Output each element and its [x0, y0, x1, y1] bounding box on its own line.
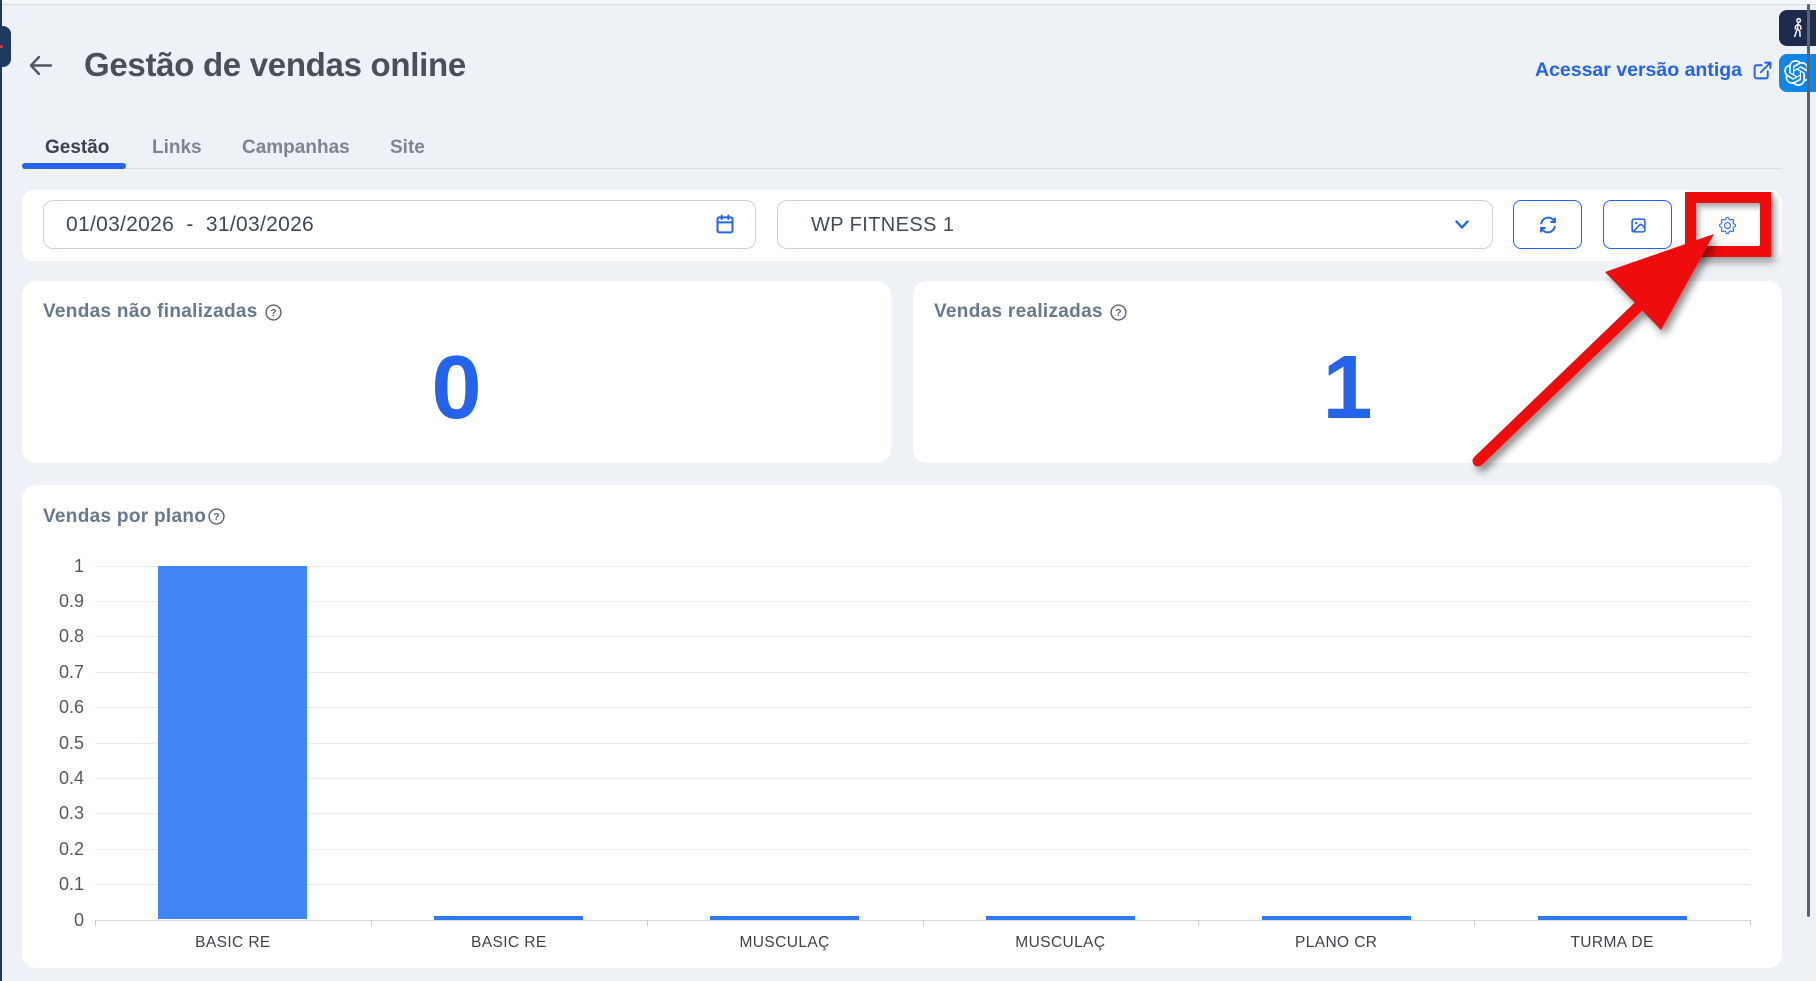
svg-text:?: ? [270, 308, 276, 319]
svg-text:?: ? [213, 512, 219, 523]
svg-text:?: ? [1115, 308, 1121, 319]
